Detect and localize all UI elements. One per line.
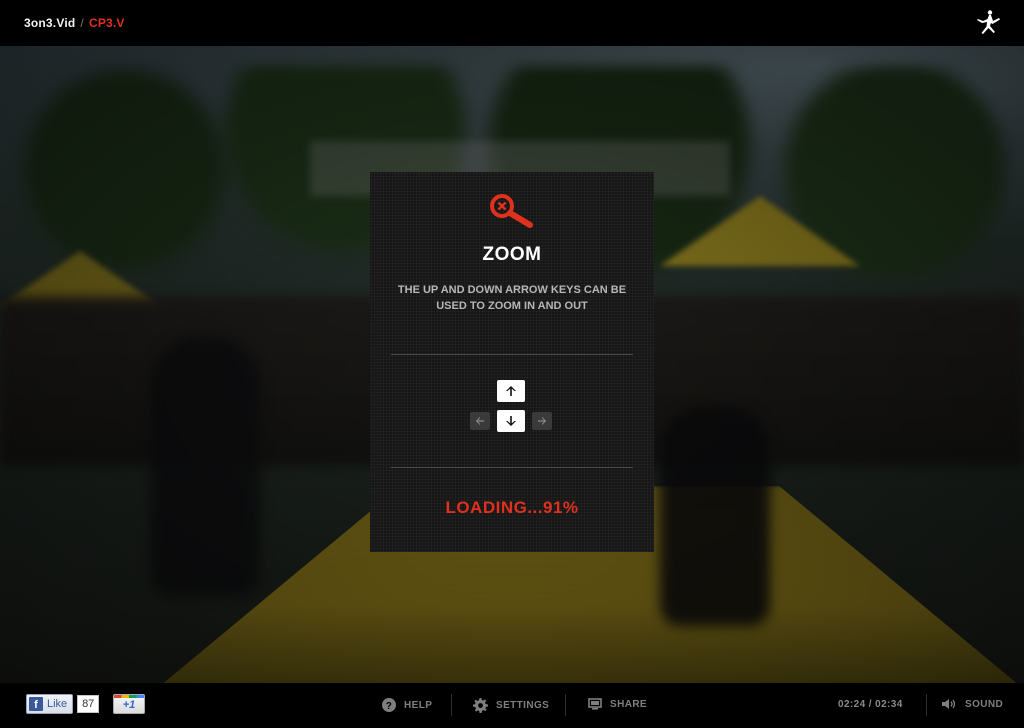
arrow-right-icon <box>537 416 547 426</box>
control-divider <box>451 694 452 716</box>
control-divider <box>926 694 927 716</box>
google-color-stripe <box>114 695 144 698</box>
zoom-magnifier-icon <box>490 194 533 228</box>
share-label: SHARE <box>610 698 648 710</box>
panel-divider-bottom <box>391 467 633 468</box>
loading-status: LOADING...91% <box>445 498 579 517</box>
breadcrumb: 3on3.Vid / CP3.V <box>24 16 125 30</box>
arrow-right-key <box>532 412 552 430</box>
arrow-up-key <box>497 380 525 402</box>
panel-title: ZOOM <box>482 244 542 265</box>
arrow-left-icon <box>475 416 485 426</box>
breadcrumb-current: CP3.V <box>88 16 125 30</box>
control-divider <box>565 694 566 716</box>
jumpman-logo-icon[interactable] <box>974 9 1002 37</box>
speaker-icon <box>942 699 956 709</box>
google-plus-one-button[interactable]: +1 <box>113 694 145 714</box>
facebook-like-label: Like <box>47 698 68 710</box>
share-screen-icon <box>588 698 602 710</box>
share-button[interactable]: SHARE <box>588 698 647 710</box>
arrow-up-icon <box>506 386 516 396</box>
playback-time: 02:24 / 02:34 <box>838 699 903 710</box>
sound-toggle-button[interactable]: SOUND <box>941 698 1003 710</box>
settings-label: SETTINGS <box>496 700 550 711</box>
settings-button[interactable]: SETTINGS <box>473 698 549 713</box>
facebook-like-widget: f Like 87 <box>26 694 100 714</box>
zoom-instructions-panel: ZOOM THE UP AND DOWN ARROW KEYS CAN BE U… <box>370 172 654 552</box>
panel-description: THE UP AND DOWN ARROW KEYS CAN BE USED T… <box>397 284 627 312</box>
facebook-like-count: 87 <box>77 695 100 713</box>
help-button[interactable]: ? HELP <box>382 698 432 712</box>
breadcrumb-separator: / <box>80 16 84 30</box>
svg-text:?: ? <box>386 701 393 712</box>
facebook-like-button[interactable]: f Like <box>26 694 74 714</box>
panel-divider-top <box>391 354 633 355</box>
google-plus-one-label: +1 <box>122 699 136 711</box>
breadcrumb-root-link[interactable]: 3on3.Vid <box>24 16 75 30</box>
sound-label: SOUND <box>965 698 1004 710</box>
arrow-down-icon <box>506 416 516 426</box>
help-label: HELP <box>404 699 433 711</box>
top-bar: 3on3.Vid / CP3.V <box>0 0 1024 46</box>
arrow-down-key <box>497 410 525 432</box>
help-icon: ? <box>382 698 396 712</box>
facebook-icon: f <box>29 697 43 711</box>
bottom-control-bar: f Like 87 +1 ? HELP SETTINGS SHARE 02:24… <box>0 683 1024 728</box>
gear-icon <box>473 698 488 713</box>
arrow-left-key <box>470 412 490 430</box>
